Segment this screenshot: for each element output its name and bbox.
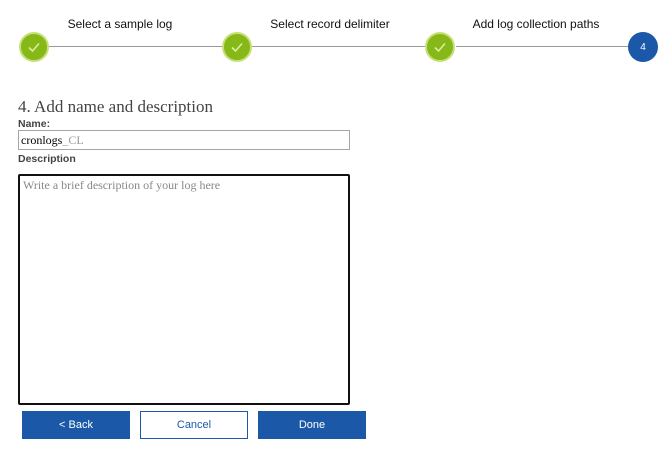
description-textarea[interactable]: Write a brief description of your log he…	[18, 174, 350, 405]
step-2-label: Select record delimiter	[270, 17, 390, 31]
description-label: Description	[18, 153, 76, 165]
name-input-value: cronlogs	[21, 133, 63, 147]
done-button[interactable]: Done	[258, 411, 366, 439]
step-2-complete-indicator[interactable]	[222, 32, 252, 62]
name-suffix: _CL	[62, 133, 84, 147]
step-3-label: Add log collection paths	[472, 17, 600, 31]
step-4-active-indicator[interactable]: 4	[628, 32, 658, 62]
step-1-label: Select a sample log	[67, 17, 173, 31]
name-input[interactable]: cronlogs_CL	[18, 130, 350, 150]
checkmark-icon	[434, 42, 446, 53]
step-1-complete-indicator[interactable]	[19, 32, 49, 62]
checkmark-icon	[28, 42, 40, 53]
step-connector-line	[456, 46, 628, 47]
back-button[interactable]: < Back	[22, 411, 130, 439]
cancel-button[interactable]: Cancel	[140, 411, 248, 439]
description-placeholder: Write a brief description of your log he…	[23, 178, 221, 192]
step-connector-line	[252, 46, 428, 47]
step-connector-line	[48, 46, 224, 47]
checkmark-icon	[231, 42, 243, 53]
page-title: 4. Add name and description	[18, 97, 213, 116]
step-3-complete-indicator[interactable]	[425, 32, 455, 62]
wizard-stepper: Select a sample log Select record delimi…	[0, 0, 664, 80]
name-label: Name:	[18, 118, 51, 130]
